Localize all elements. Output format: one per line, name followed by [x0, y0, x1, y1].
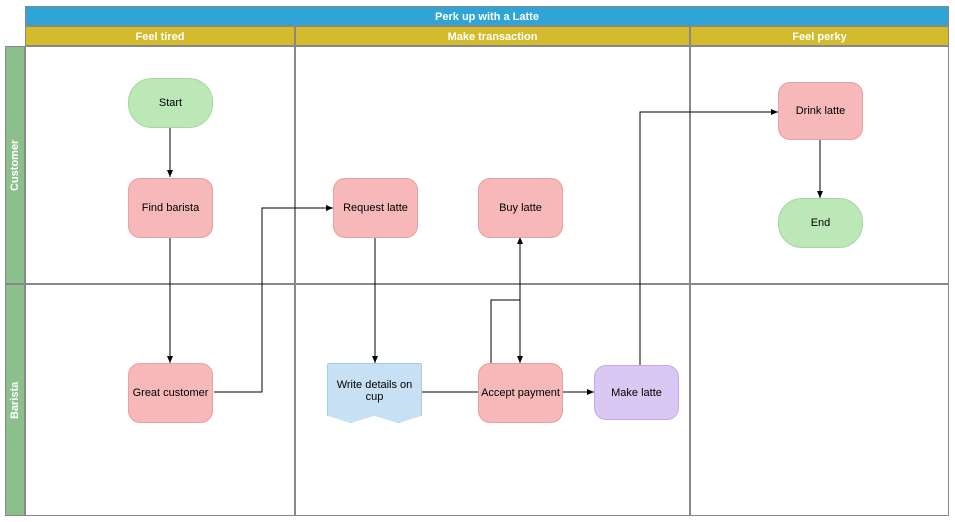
swimlane-diagram: Perk up with a Latte Feel tired Make tra… — [0, 0, 955, 522]
phase-header-feel-perky: Feel perky — [690, 26, 949, 46]
node-write-details: Write details on cup — [327, 363, 422, 423]
diagram-title: Perk up with a Latte — [25, 6, 949, 26]
lane-header-customer: Customer — [5, 46, 25, 284]
lane-header-barista: Barista — [5, 284, 25, 516]
node-drink-latte: Drink latte — [778, 82, 863, 140]
cell-customer-transaction — [295, 46, 690, 284]
phase-header-make-transaction: Make transaction — [295, 26, 690, 46]
node-make-latte: Make latte — [594, 365, 679, 420]
node-find-barista: Find barista — [128, 178, 213, 238]
node-buy-latte: Buy latte — [478, 178, 563, 238]
cell-barista-perky — [690, 284, 949, 516]
phase-header-feel-tired: Feel tired — [25, 26, 295, 46]
node-request-latte: Request latte — [333, 178, 418, 238]
node-end: End — [778, 198, 863, 248]
node-great-customer: Great customer — [128, 363, 213, 423]
node-accept-payment: Accept payment — [478, 363, 563, 423]
node-start: Start — [128, 78, 213, 128]
